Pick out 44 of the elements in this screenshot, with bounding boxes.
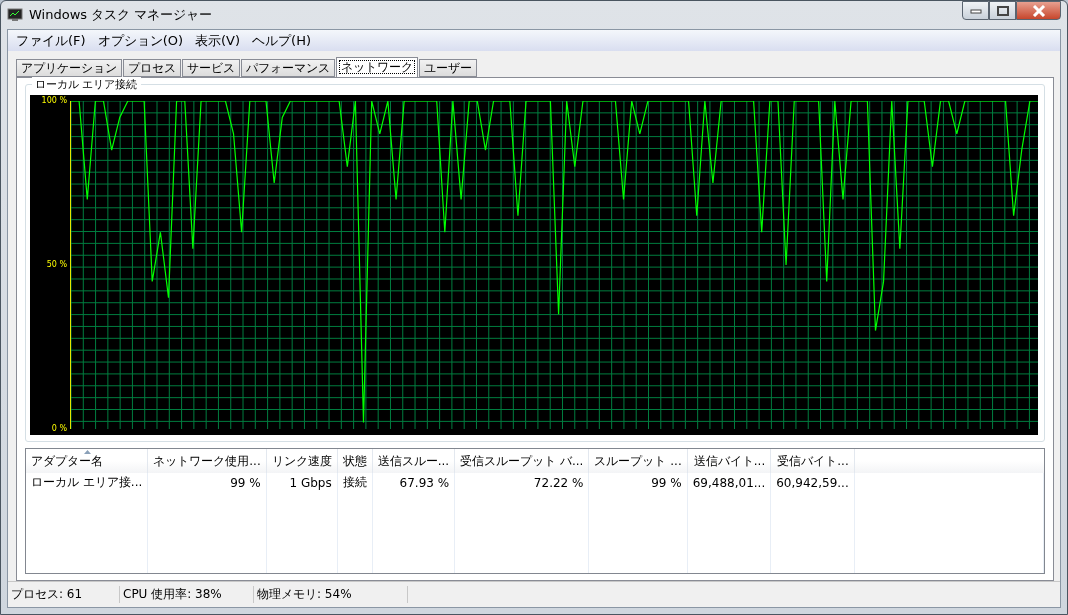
minimize-icon: [969, 7, 982, 14]
sort-arrow-icon: [83, 450, 91, 454]
axis-label: 100 %: [41, 96, 67, 106]
maximize-icon: [996, 5, 1009, 16]
maximize-button[interactable]: [989, 1, 1016, 20]
close-icon: [1031, 4, 1046, 17]
menu-item[interactable]: オプション(O): [91, 31, 189, 50]
table-cell: 72.22 %: [455, 473, 590, 492]
tab[interactable]: アプリケーション: [16, 59, 122, 77]
table-cell: 接続: [337, 473, 373, 492]
status-text: 物理メモリ: 54%: [254, 586, 408, 603]
column-header[interactable]: 送信スルー...: [372, 449, 456, 473]
table-cell: 67.93 %: [372, 473, 456, 492]
menu-item[interactable]: 表示(V): [189, 31, 247, 50]
axis-label: 50 %: [46, 260, 67, 270]
table-cell: 99 %: [589, 473, 688, 492]
status-text: CPU 使用率: 38%: [120, 586, 254, 603]
column-header[interactable]: 状態: [337, 449, 373, 473]
tab[interactable]: パフォーマンス: [241, 59, 335, 77]
table-cell: 69,488,01...: [687, 473, 772, 492]
tab[interactable]: プロセス: [123, 59, 181, 77]
column-header[interactable]: リンク速度: [266, 449, 338, 473]
tab[interactable]: サービス: [182, 59, 240, 77]
column-header[interactable]: 受信バイト...: [771, 449, 855, 473]
window-title: Windows タスク マネージャー: [29, 6, 213, 24]
close-button[interactable]: [1016, 1, 1061, 20]
table-cell: 60,942,59...: [771, 473, 855, 492]
table-cell: 1 Gbps: [266, 473, 338, 492]
axis-label: 0 %: [51, 424, 67, 434]
tab[interactable]: ユーザー: [419, 59, 477, 77]
column-header[interactable]: 受信スループット バ...: [455, 449, 590, 473]
minimize-button[interactable]: [962, 1, 989, 20]
menu-item[interactable]: ファイル(F): [10, 31, 92, 50]
menu-item[interactable]: ヘルプ(H): [246, 31, 317, 50]
status-text: プロセス: 61: [8, 586, 120, 603]
column-header[interactable]: ネットワーク使用...: [148, 449, 267, 473]
column-header[interactable]: 送信バイト...: [687, 449, 772, 473]
tab[interactable]: ネットワーク: [336, 57, 418, 77]
monitor-icon: [7, 8, 23, 22]
column-header[interactable]: スループット ...: [589, 449, 688, 473]
table-cell: 99 %: [148, 473, 267, 492]
column-header[interactable]: アダプター名: [26, 449, 149, 473]
group-title: ローカル エリア接続: [32, 77, 141, 92]
table-cell: ローカル エリア接...: [26, 473, 149, 492]
